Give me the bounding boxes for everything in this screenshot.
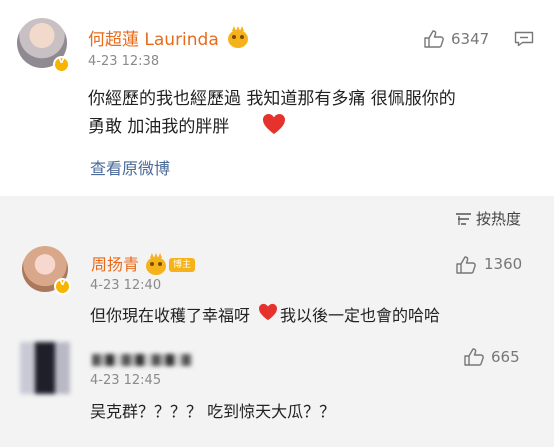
crown-icon <box>146 253 166 275</box>
reply-text-continued: 我以後一定也會的哈哈 <box>280 306 441 325</box>
username[interactable]: 周扬青 <box>91 251 139 275</box>
avatar[interactable] <box>20 342 70 394</box>
like-icon[interactable] <box>456 256 476 274</box>
replies-area: 按热度 周扬青 博主 4-23 12:40 1360 但你現在收穫了幸福呀 我以… <box>0 196 554 447</box>
verified-icon <box>53 55 70 73</box>
comment-time: 4-23 12:40 <box>90 278 162 293</box>
main-comment-card: 何超蓮 Laurinda 4-23 12:38 6347 你經歷的我也經歷過 我… <box>0 0 554 196</box>
heart-icon <box>263 114 285 134</box>
like-count: 665 <box>491 348 520 366</box>
reply-text: 吴克群？？？？ 吃到惊天大瓜？？ <box>90 402 336 421</box>
heart-icon <box>259 303 277 321</box>
comment-time: 4-23 12:45 <box>90 373 162 388</box>
username[interactable]: 何超蓮 Laurinda <box>88 25 219 50</box>
like-count: 6347 <box>451 30 490 48</box>
verified-icon <box>54 277 71 295</box>
view-original-link[interactable]: 查看原微博 <box>90 155 170 179</box>
like-icon[interactable] <box>464 348 484 366</box>
sort-label: 按热度 <box>476 210 522 228</box>
like-icon[interactable] <box>424 30 444 48</box>
comment-text-line1: 你經歷的我也經歷過 我知道那有多痛 很佩服你的 <box>88 89 456 109</box>
reply-text: 但你現在收穫了幸福呀 <box>90 306 251 325</box>
comment-time: 4-23 12:38 <box>88 54 160 69</box>
crown-icon <box>228 26 248 48</box>
sort-icon <box>456 212 471 225</box>
sort-button[interactable]: 按热度 <box>455 208 521 229</box>
blogger-badge: 博主 <box>169 258 195 272</box>
username-redacted <box>92 354 192 366</box>
like-count: 1360 <box>484 255 523 273</box>
comment-text-line2: 勇敢 加油我的胖胖 <box>88 117 230 137</box>
more-icon[interactable] <box>514 31 534 47</box>
